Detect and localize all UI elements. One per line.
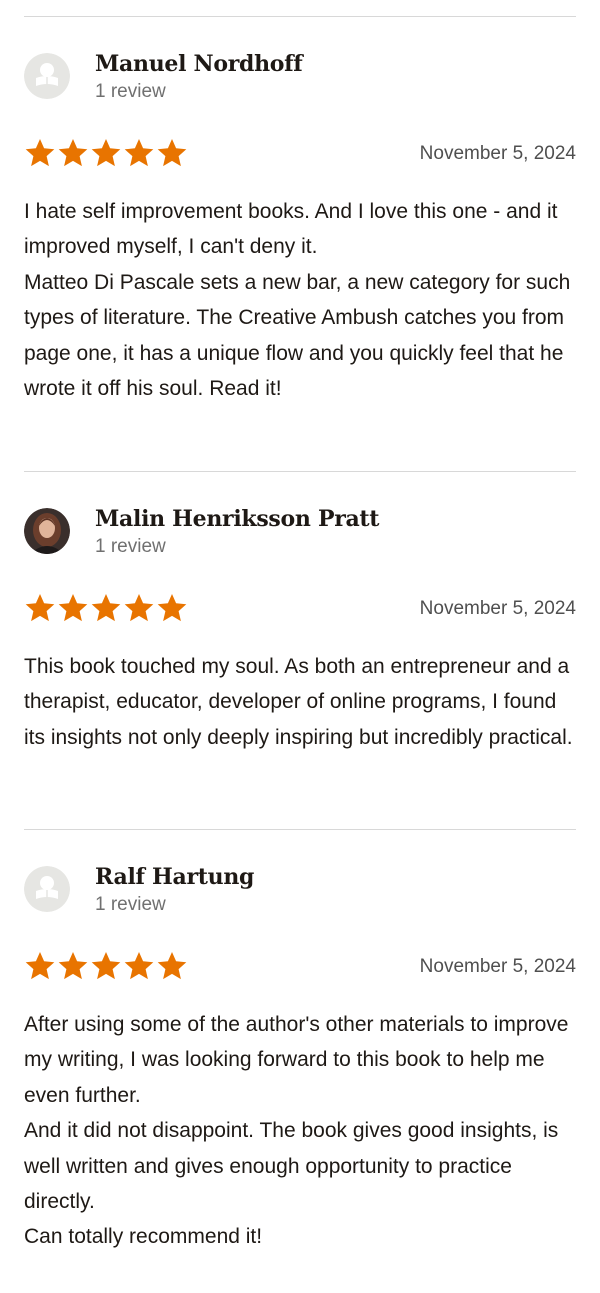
reviewer-info: Manuel Nordhoff 1 review [24,51,576,102]
star-rating [24,137,188,169]
review-text: After using some of the author's other m… [24,1007,576,1255]
star-icon [157,952,187,980]
default-avatar-icon[interactable] [24,53,70,99]
star-rating [24,592,188,624]
review-date[interactable]: November 5, 2024 [420,143,576,165]
star-icon [91,139,121,167]
star-icon [25,139,55,167]
star-icon [157,139,187,167]
reviewer-info: Malin Henriksson Pratt 1 review [24,506,576,557]
review-paragraph: I hate self improvement books. And I lov… [24,200,558,259]
star-icon [157,594,187,622]
avatar[interactable] [24,508,70,554]
review-paragraph: And it did not disappoint. The book give… [24,1119,559,1214]
review-card: Ralf Hartung 1 review November 5, 2024 A… [24,829,576,1270]
reviewer-name[interactable]: Ralf Hartung [95,864,254,890]
review-paragraph: Matteo Di Pascale sets a new bar, a new … [24,270,571,401]
star-icon [91,952,121,980]
star-icon [58,594,88,622]
review-text: This book touched my soul. As both an en… [24,649,576,755]
reviewer-info: Ralf Hartung 1 review [24,864,576,915]
review-list: Manuel Nordhoff 1 review November 5, 202… [24,16,576,1270]
star-icon [58,952,88,980]
review-text: I hate self improvement books. And I lov… [24,194,576,406]
review-card: Malin Henriksson Pratt 1 review November… [24,471,576,829]
reviewer-review-count: 1 review [95,894,166,915]
reviewer-name[interactable]: Manuel Nordhoff [95,51,303,77]
star-icon [25,952,55,980]
star-icon [124,952,154,980]
review-date[interactable]: November 5, 2024 [420,956,576,978]
star-icon [124,139,154,167]
review-paragraph: This book touched my soul. As both an en… [24,655,573,749]
review-card: Manuel Nordhoff 1 review November 5, 202… [24,16,576,471]
star-icon [91,594,121,622]
reviewer-review-count: 1 review [95,536,166,557]
review-date[interactable]: November 5, 2024 [420,598,576,620]
star-icon [58,139,88,167]
star-icon [124,594,154,622]
reviewer-review-count: 1 review [95,81,166,102]
reviewer-name[interactable]: Malin Henriksson Pratt [95,506,379,532]
review-paragraph: After using some of the author's other m… [24,1013,569,1107]
default-avatar-icon[interactable] [24,866,70,912]
star-rating [24,950,188,982]
review-paragraph: Can totally recommend it! [24,1225,263,1249]
star-icon [25,594,55,622]
